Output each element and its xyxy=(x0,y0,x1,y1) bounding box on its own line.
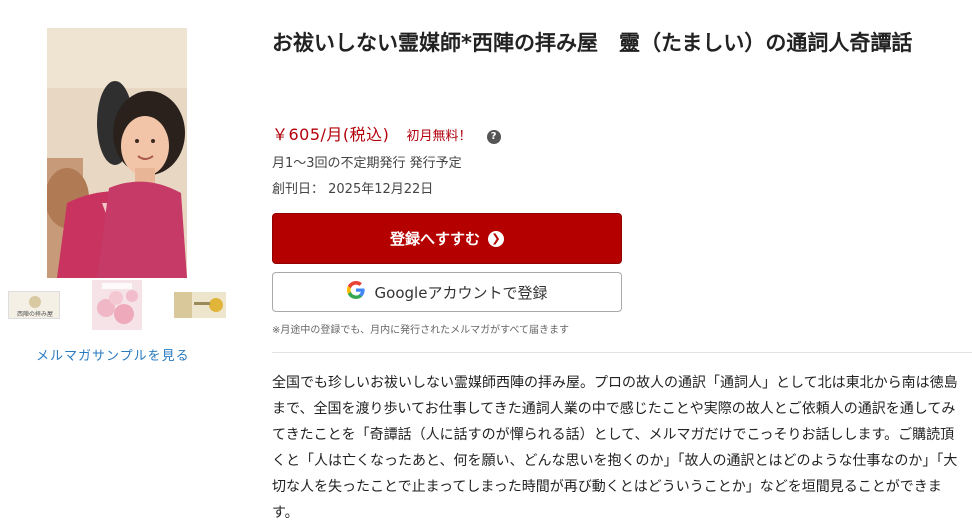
price: ￥605/月(税込) xyxy=(272,125,390,144)
thumbnail-gold-banner[interactable] xyxy=(174,292,226,318)
help-icon[interactable]: ? xyxy=(486,130,501,144)
thumbnail-pink-flowers[interactable] xyxy=(92,280,142,330)
divider xyxy=(272,352,972,353)
page-title: お祓いしない霊媒師*西陣の拝み屋 靈（たましい）の通詞人奇譚話 xyxy=(272,31,913,55)
registration-note: ※月途中の登録でも、月内に発行されたメルマガがすべて届きます xyxy=(272,325,569,336)
google-icon xyxy=(346,281,365,303)
thumbnail-logo[interactable]: 西陣の拝み屋 xyxy=(8,291,60,319)
first-issue-date: 創刊日： 2025年12月22日 xyxy=(272,182,434,197)
sample-link[interactable]: メルマガサンプルを見る xyxy=(36,345,206,364)
register-button-label: 登録へすすむ xyxy=(389,230,480,248)
frequency-text: 月1～3回の不定期発行 発行予定 xyxy=(272,156,462,171)
chevron-right-icon: ❯ xyxy=(488,230,504,247)
register-button[interactable]: 登録へすすむ ❯ xyxy=(272,213,622,264)
description: 全国でも珍しいお祓いしない霊媒師西陣の拝み屋。プロの故人の通訳「通詞人」として北… xyxy=(272,375,958,521)
google-register-button[interactable]: Googleアカウントで登録 xyxy=(272,272,622,312)
author-photo xyxy=(47,28,187,278)
google-button-label: Googleアカウントで登録 xyxy=(374,283,548,302)
thumbnail-logo-text: 西陣の拝み屋 xyxy=(17,310,53,318)
promo-badge: 初月無料！ xyxy=(406,129,472,144)
price-row: ￥605/月(税込) 初月無料！ ? xyxy=(272,121,501,145)
image-gallery: 西陣の拝み屋 メルマガサンプルを見る xyxy=(0,0,250,514)
